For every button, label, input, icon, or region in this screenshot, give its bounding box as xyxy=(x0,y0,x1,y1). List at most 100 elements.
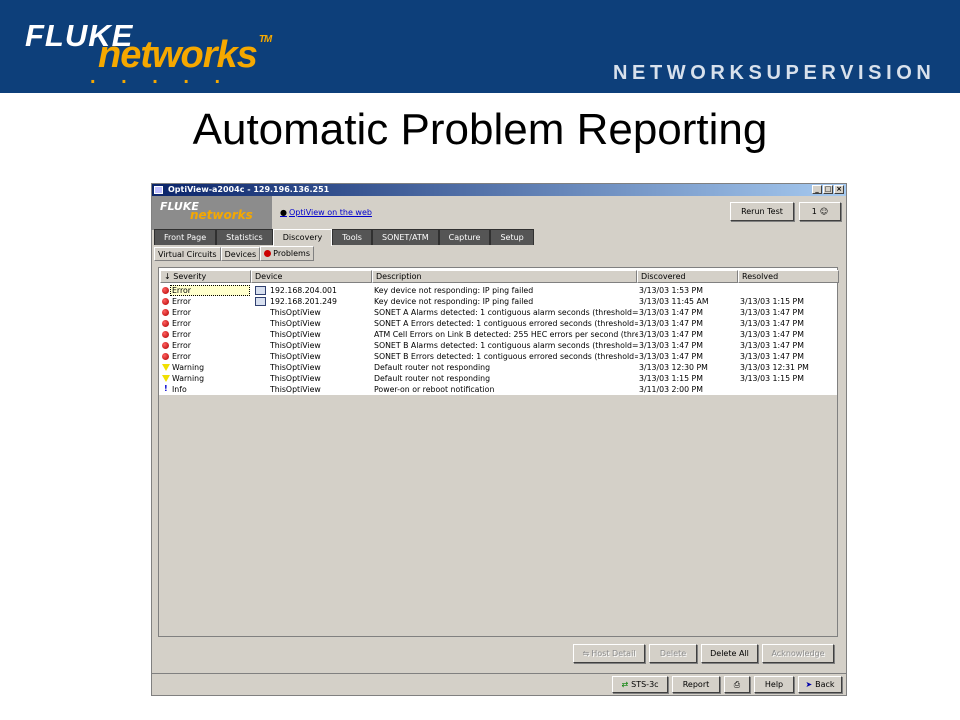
problem-icon xyxy=(264,250,272,257)
status-bar: ⇄ STS-3c Report ⎙ Help ➤ Back xyxy=(152,673,846,695)
subtab-devices[interactable]: Devices xyxy=(220,247,261,261)
app-logo: FLUKE networks xyxy=(152,196,272,230)
cell-resolved: 3/13/03 1:47 PM xyxy=(740,341,804,350)
cell-description: ATM Cell Errors on Link B detected: 255 … xyxy=(374,330,638,339)
printer-icon: ⎙ xyxy=(733,679,741,689)
cell-device: ThisOptiView xyxy=(270,363,321,372)
tab-setup[interactable]: Setup xyxy=(490,229,534,245)
cell-description: Default router not responding xyxy=(374,374,491,383)
tab-discovery[interactable]: Discovery xyxy=(272,229,333,246)
tagline: NETWORKSUPERVISION xyxy=(613,62,936,84)
header-banner: FLUKE networks TM . . . . . NETWORKSUPERV… xyxy=(0,0,960,93)
cell-device: ThisOptiView xyxy=(270,308,321,317)
window-titlebar[interactable]: OptiView-a2004c - 129.196.136.251 _ □ × xyxy=(152,184,846,196)
problems-table: ↓ Severity Device Description Discovered… xyxy=(158,267,839,637)
table-row[interactable]: Error ThisOptiView SONET A Errors detected… xyxy=(160,318,836,329)
tab-sonet-atm[interactable]: SONET/ATM xyxy=(371,229,439,245)
delete-all-button[interactable]: Delete All xyxy=(701,644,758,663)
cell-device: ThisOptiView xyxy=(270,319,321,328)
delete-button[interactable]: Delete xyxy=(649,644,697,663)
column-header-device[interactable]: Device xyxy=(251,270,372,283)
table-row[interactable]: Error 192.168.204.001 Key device not respo… xyxy=(160,285,836,296)
column-header-description[interactable]: Description xyxy=(372,270,637,283)
back-button[interactable]: ➤ Back xyxy=(798,676,842,693)
cell-resolved: 3/13/03 1:15 PM xyxy=(740,297,804,306)
column-header-resolved[interactable]: Resolved xyxy=(738,270,839,283)
cell-discovered: 3/13/03 1:47 PM xyxy=(639,308,703,317)
cell-discovered: 3/13/03 12:30 PM xyxy=(639,363,708,372)
count-button[interactable]: 1 ☺ xyxy=(799,202,841,221)
computer-icon xyxy=(255,297,266,306)
app-header: FLUKE networks ● OptiView on the web Reru… xyxy=(152,196,846,230)
sts-button[interactable]: ⇄ STS-3c xyxy=(612,676,668,693)
tab-statistics[interactable]: Statistics xyxy=(216,229,273,245)
cell-discovered: 3/13/03 1:53 PM xyxy=(639,286,703,295)
cell-discovered: 3/13/03 1:15 PM xyxy=(639,374,703,383)
cell-resolved: 3/13/03 1:47 PM xyxy=(740,319,804,328)
cell-description: Default router not responding xyxy=(374,363,491,372)
table-row[interactable]: Error ThisOptiView SONET B Errors detected… xyxy=(160,351,836,362)
cell-resolved: 3/13/03 1:15 PM xyxy=(740,374,804,383)
cell-resolved: 3/13/03 12:31 PM xyxy=(740,363,809,372)
table-row[interactable]: ! Info ThisOptiView Power-on or reboot noti… xyxy=(160,384,836,395)
error-icon xyxy=(162,309,169,316)
error-icon xyxy=(162,331,169,338)
tab-capture[interactable]: Capture xyxy=(438,229,491,245)
cell-description: Key device not responding: IP ping faile… xyxy=(374,297,534,306)
bullet-icon: ● xyxy=(280,208,287,217)
computer-icon xyxy=(255,286,266,295)
cell-resolved xyxy=(740,285,836,296)
info-icon: ! xyxy=(164,384,168,393)
optiview-web-link[interactable]: ● OptiView on the web xyxy=(280,208,372,217)
cell-device: ThisOptiView xyxy=(270,330,321,339)
cell-device: 192.168.204.001 xyxy=(270,286,337,295)
table-row[interactable]: Error ThisOptiView ATM Cell Errors on Link… xyxy=(160,329,836,340)
back-arrow-icon: ➤ xyxy=(805,680,813,689)
cell-discovered: 3/13/03 1:47 PM xyxy=(639,341,703,350)
subtab-problems[interactable]: Problems xyxy=(260,246,315,261)
cell-resolved xyxy=(740,384,836,395)
table-row[interactable]: Error ThisOptiView SONET A Alarms detected… xyxy=(160,307,836,318)
tab-front-page[interactable]: Front Page xyxy=(154,229,217,245)
cell-resolved: 3/13/03 1:47 PM xyxy=(740,330,804,339)
close-button[interactable]: × xyxy=(834,185,844,194)
cell-severity: Error xyxy=(172,286,192,295)
person-icon: ☺ xyxy=(819,207,829,216)
column-header-severity[interactable]: ↓ Severity xyxy=(160,270,251,283)
main-tabs: Front Page Statistics Discovery Tools SO… xyxy=(154,229,534,246)
maximize-button[interactable]: □ xyxy=(823,185,833,194)
table-row[interactable]: Error ThisOptiView SONET B Alarms detected… xyxy=(160,340,836,351)
host-detail-button[interactable]: ⇋ Host Detail xyxy=(573,644,645,663)
window-title: OptiView-a2004c - 129.196.136.251 xyxy=(168,185,330,194)
app-icon xyxy=(154,186,163,194)
error-icon xyxy=(162,353,169,360)
table-row[interactable]: Error 192.168.201.249 Key device not respo… xyxy=(160,296,836,307)
cell-severity: Error xyxy=(172,341,192,350)
cell-description: SONET A Alarms detected: 1 contiguous al… xyxy=(374,308,638,317)
sub-tabs: Virtual Circuits Devices Problems xyxy=(154,246,315,261)
cell-severity: Warning xyxy=(172,374,205,383)
cell-description: Power-on or reboot notification xyxy=(374,385,495,394)
print-button[interactable]: ⎙ xyxy=(724,676,750,693)
subtab-virtual-circuits[interactable]: Virtual Circuits xyxy=(154,247,221,261)
app-window: OptiView-a2004c - 129.196.136.251 _ □ × … xyxy=(151,183,847,696)
cell-description: SONET B Alarms detected: 1 contiguous al… xyxy=(374,341,638,350)
cell-severity: Info xyxy=(172,385,187,394)
error-icon xyxy=(162,342,169,349)
column-header-discovered[interactable]: Discovered xyxy=(637,270,738,283)
report-button[interactable]: Report xyxy=(672,676,720,693)
cell-severity: Error xyxy=(172,330,192,339)
tab-tools[interactable]: Tools xyxy=(332,229,372,245)
acknowledge-button[interactable]: Acknowledge xyxy=(762,644,834,663)
cell-device: ThisOptiView xyxy=(270,341,321,350)
minimize-button[interactable]: _ xyxy=(812,185,822,194)
table-empty-area xyxy=(159,395,837,636)
table-row[interactable]: Warning ThisOptiView Default router not re… xyxy=(160,362,836,373)
cell-discovered: 3/13/03 11:45 AM xyxy=(639,297,709,306)
table-row[interactable]: Warning ThisOptiView Default router not re… xyxy=(160,373,836,384)
help-button[interactable]: Help xyxy=(754,676,794,693)
slide-title: Automatic Problem Reporting xyxy=(192,105,768,154)
rerun-test-button[interactable]: Rerun Test xyxy=(730,202,794,221)
cell-resolved: 3/13/03 1:47 PM xyxy=(740,308,804,317)
cell-description: Key device not responding: IP ping faile… xyxy=(374,286,534,295)
